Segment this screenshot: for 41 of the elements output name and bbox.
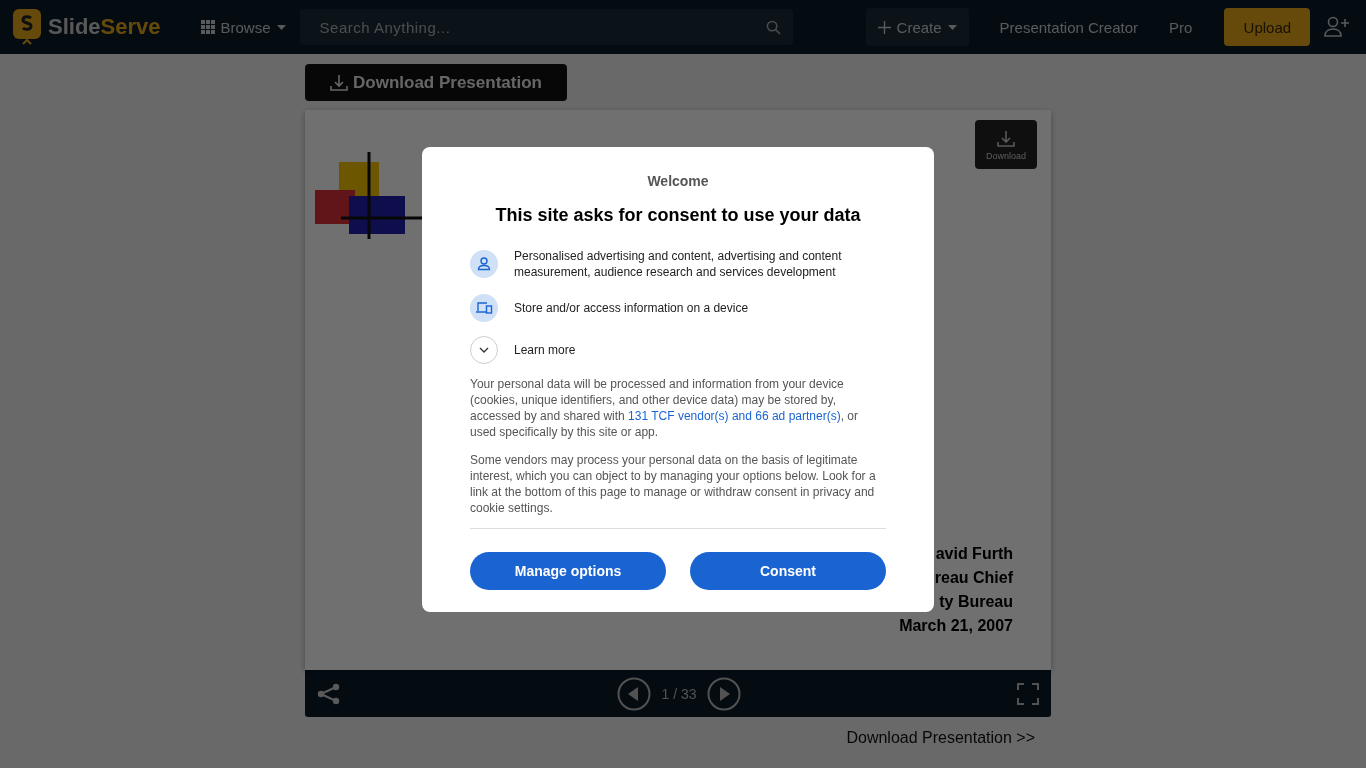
nav-link[interactable]: Pro (1169, 18, 1193, 36)
chevron-down-icon (470, 336, 498, 364)
nav-link[interactable]: Presentation Creator (999, 18, 1138, 36)
next-button[interactable] (706, 676, 741, 711)
purpose-text: Personalised advertising and content, advertising and content measurement, audience research and services development (514, 248, 843, 280)
caret-icon (947, 24, 957, 30)
page-counter: 1 / 33 (661, 685, 697, 702)
search-icon (765, 20, 781, 35)
slide-text: ty Bureau (939, 592, 1013, 612)
slide-text: avid Furth (935, 544, 1013, 564)
logo-icon (12, 8, 42, 46)
add-user-icon[interactable] (1324, 16, 1351, 38)
download-icon (329, 72, 349, 93)
share-icon[interactable] (317, 682, 341, 705)
dialog-subtitle: Welcome (646, 173, 710, 189)
caret-icon (276, 24, 286, 30)
download-presentation-link[interactable]: Download Presentation >> (846, 729, 1035, 747)
consent-paragraph: Your personal data will be processed and information from your device (cookies, unique identifiers, and other device data) may be stored by, accessed by and shared with 131 TCF vendor(s) and 66 ad partner(s), or used specifically by this site or app. (470, 376, 859, 440)
download-icon (996, 128, 1016, 149)
manage-options-button[interactable]: Manage options (470, 552, 666, 590)
person-icon (470, 250, 498, 278)
plus-icon (877, 20, 891, 34)
upload-button[interactable]: Upload (1224, 8, 1311, 46)
search-field[interactable]: Search Anything... (299, 9, 793, 45)
learn-more-toggle[interactable]: Learn more (470, 336, 886, 364)
dialog-title: This site asks for consent to use your data (494, 205, 862, 226)
browse-button[interactable]: Browse (194, 17, 292, 37)
devices-icon (470, 294, 498, 322)
slide-download-button[interactable]: Download (975, 120, 1037, 169)
previous-button[interactable] (617, 676, 652, 711)
slide-text: reau Chief (934, 568, 1013, 588)
consent-button[interactable]: Consent (690, 552, 886, 590)
slide-text: March 21, 2007 (899, 616, 1013, 636)
grid-icon (200, 20, 215, 34)
vendors-link[interactable]: 131 TCF vendor(s) and 66 ad partner(s) (628, 409, 841, 423)
consent-paragraph: Some vendors may process your personal data on the basis of legitimate interest, which you can object to by managing your options below. Look for a link at the bottom of this page to manage or withdraw consent in privacy and cookie settings. (470, 452, 877, 516)
fullscreen-icon[interactable] (1017, 682, 1039, 705)
purpose-text: Store and/or access information on a device (514, 300, 749, 316)
create-button[interactable]: Create (865, 8, 969, 46)
logo-text[interactable]: SlideServe (48, 14, 161, 40)
download-presentation-button[interactable]: Download Presentation (305, 64, 567, 101)
